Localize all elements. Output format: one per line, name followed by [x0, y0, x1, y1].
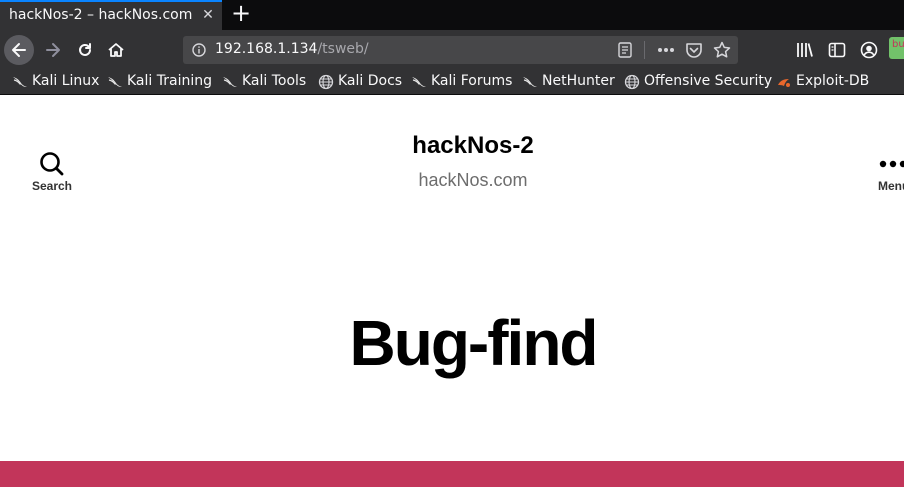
back-arrow-icon [12, 43, 26, 57]
extension-bug-icon[interactable]: bu [889, 37, 904, 59]
active-tab[interactable]: hackNos-2 – hackNos.com ✕ [0, 0, 222, 30]
sidebar-icon[interactable] [828, 41, 846, 59]
page-content: Search hackNos-2 hackNos.com Menu Bug-fi… [0, 96, 904, 487]
kali-dragon-icon [13, 77, 27, 87]
bookmark-label: Offensive Security [644, 73, 773, 89]
site-info-icon[interactable] [192, 43, 206, 57]
url-path: /tsweb/ [317, 41, 369, 57]
reader-view-icon[interactable] [618, 42, 632, 58]
exploit-db-icon [778, 79, 790, 87]
bookmark-label: Kali Docs [338, 73, 403, 89]
url-host: 192.168.1.134 [215, 41, 318, 57]
tab-close-icon[interactable]: ✕ [198, 5, 218, 25]
home-button[interactable] [101, 35, 131, 65]
more-dots-icon [879, 160, 904, 168]
site-title[interactable]: hackNos-2 [0, 132, 904, 160]
url-separator [644, 41, 645, 59]
forward-button[interactable] [38, 35, 68, 65]
bookmark-label: Kali Tools [242, 73, 307, 89]
url-text[interactable]: 192.168.1.134/tsweb/ [215, 41, 369, 57]
page-actions-icon[interactable] [657, 47, 675, 53]
home-icon [108, 43, 124, 57]
bookmark-label: Exploit-DB [796, 73, 870, 89]
bookmark-label: NetHunter [542, 73, 615, 89]
kali-dragon-icon [412, 77, 426, 87]
tab-strip: hackNos-2 – hackNos.com ✕ + [0, 0, 904, 30]
library-icon[interactable] [796, 41, 814, 59]
reload-icon [79, 43, 91, 56]
pocket-icon[interactable] [685, 41, 703, 59]
site-description: hackNos.com [418, 170, 528, 190]
tab-title: hackNos-2 – hackNos.com [9, 7, 193, 23]
bookmarks-toolbar: Kali Linux Kali Training Kali Tools Kali… [0, 70, 904, 95]
featured-banner [0, 461, 904, 487]
new-tab-button[interactable]: + [230, 1, 252, 25]
bookmark-label: Kali Forums [431, 73, 513, 89]
globe-icon [318, 74, 334, 90]
reload-button[interactable] [70, 35, 100, 65]
account-icon[interactable] [860, 41, 878, 59]
kali-dragon-icon [223, 77, 237, 87]
menu-label: Menu [878, 179, 904, 193]
back-button[interactable] [4, 35, 34, 65]
bookmark-label: Kali Training [127, 73, 212, 89]
bookmark-star-icon[interactable] [713, 41, 731, 59]
menu-toggle-button[interactable]: Menu [876, 154, 904, 194]
bookmark-label: Kali Linux [32, 73, 100, 89]
globe-icon [624, 74, 640, 90]
kali-dragon-icon [108, 77, 122, 87]
navigation-toolbar: 192.168.1.134/tsweb/ bu [0, 30, 904, 70]
page-title: Bug-find [349, 307, 599, 379]
address-bar[interactable]: 192.168.1.134/tsweb/ [183, 36, 738, 64]
forward-arrow-icon [46, 43, 60, 57]
kali-dragon-icon [523, 77, 537, 87]
